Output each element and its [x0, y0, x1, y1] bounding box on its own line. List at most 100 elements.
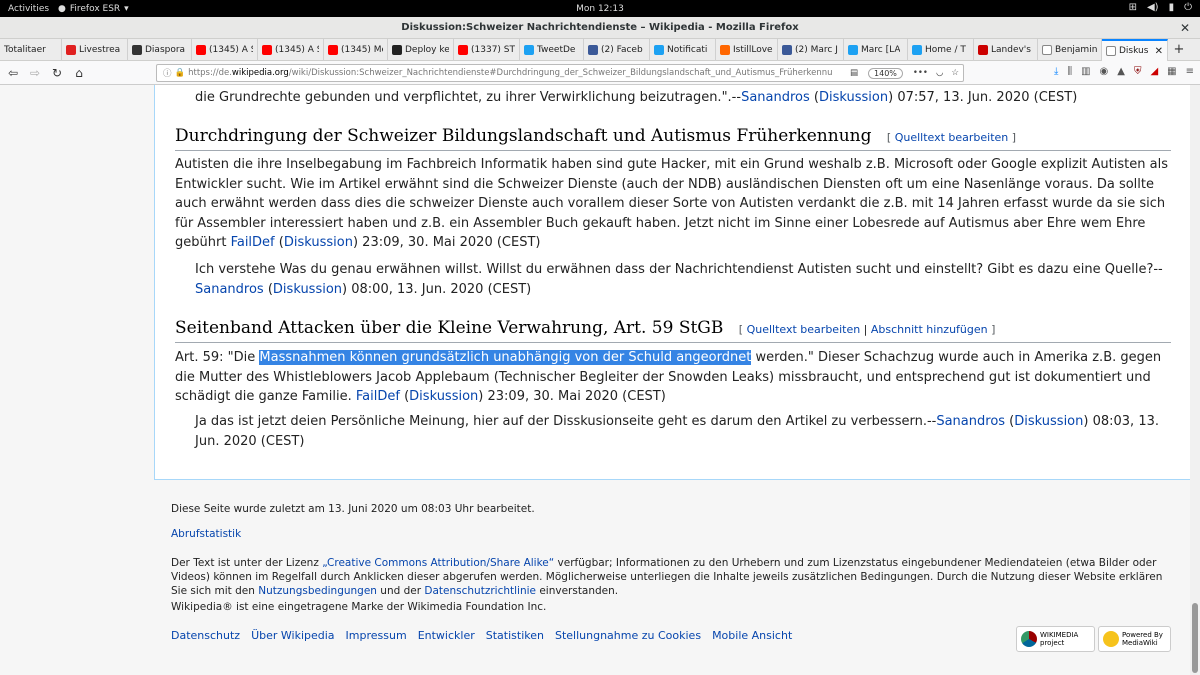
- ublock-icon[interactable]: ⛨: [1134, 66, 1142, 77]
- talk-link[interactable]: Diskussion: [819, 90, 888, 105]
- activities-button[interactable]: Activities: [0, 4, 58, 14]
- app-name: Firefox ESR: [69, 3, 121, 14]
- browser-tab[interactable]: Landev's: [974, 39, 1038, 61]
- download-icon[interactable]: ⤓: [1054, 66, 1058, 77]
- sidebar-icon[interactable]: ▥: [1081, 66, 1090, 77]
- footer-link[interactable]: Impressum: [346, 629, 407, 642]
- browser-tab[interactable]: (1337) ST: [454, 39, 520, 61]
- tab-label: (1337) ST: [471, 45, 515, 55]
- tab-favicon-icon: [588, 45, 598, 55]
- browser-tab[interactable]: Benjamin: [1038, 39, 1102, 61]
- browser-tab[interactable]: Totalitaer: [0, 39, 62, 61]
- text-selection: Massnahmen können grundsätzlich unabhäng…: [259, 350, 752, 365]
- tab-label: Landev's: [991, 45, 1031, 55]
- talk-link[interactable]: Diskussion: [284, 235, 353, 250]
- tab-favicon-icon: [654, 45, 664, 55]
- browser-tab[interactable]: Marc [LA: [844, 39, 908, 61]
- extension3-icon[interactable]: ▦: [1167, 66, 1176, 77]
- section-heading-2: Seitenband Attacken über die Kleine Verw…: [175, 318, 1171, 343]
- browser-tab[interactable]: Diaspora: [128, 39, 192, 61]
- privacy-link[interactable]: Datenschutzrichtlinie: [424, 585, 536, 597]
- tab-label: Totalitaer: [4, 45, 46, 55]
- talk-link[interactable]: Diskussion: [273, 282, 342, 297]
- scrollbar-thumb[interactable]: [1192, 603, 1198, 673]
- reply-paragraph: Ja das ist jetzt deien Persönliche Meinu…: [195, 414, 1159, 449]
- user-link[interactable]: Sanandros: [195, 282, 264, 297]
- browser-tab[interactable]: (2) Faceb: [584, 39, 650, 61]
- url-text[interactable]: https://de.wikipedia.org/wiki/Diskussion…: [188, 68, 846, 78]
- new-tab-button[interactable]: +: [1168, 39, 1190, 60]
- tab-favicon-icon: [458, 45, 468, 55]
- section-edit-links: [ Quelltext bearbeiten ]: [886, 131, 1017, 144]
- stats-link[interactable]: Abrufstatistik: [171, 528, 241, 540]
- comment-paragraph: Art. 59: "Die Massnahmen können grundsät…: [175, 350, 1162, 404]
- edit-source-link[interactable]: Quelltext bearbeiten: [895, 131, 1009, 144]
- tab-favicon-icon: [392, 45, 402, 55]
- footer-link[interactable]: Mobile Ansicht: [712, 629, 792, 642]
- wikimedia-badge[interactable]: WIKIMEDIA project: [1016, 626, 1095, 652]
- footer-link[interactable]: Datenschutz: [171, 629, 240, 642]
- footer-link[interactable]: Stellungnahme zu Cookies: [555, 629, 701, 642]
- bookmark-star-icon[interactable]: ☆: [951, 68, 959, 78]
- reload-button[interactable]: ↻: [46, 66, 68, 80]
- library-icon[interactable]: ⫼: [1067, 66, 1072, 77]
- browser-tab[interactable]: (1345) Me: [324, 39, 388, 61]
- clock[interactable]: Mon 12:13: [0, 4, 1200, 14]
- footer-link[interactable]: Statistiken: [486, 629, 544, 642]
- tab-favicon-icon: [66, 45, 76, 55]
- add-section-link[interactable]: Abschnitt hinzufügen: [871, 323, 988, 336]
- info-icon[interactable]: ⓘ: [163, 67, 172, 79]
- extension2-icon[interactable]: ◢: [1150, 66, 1158, 77]
- license-link[interactable]: „Creative Commons Attribution/Share Alik…: [322, 557, 554, 569]
- footer-link[interactable]: Entwickler: [418, 629, 475, 642]
- browser-tab[interactable]: (2) Marc J: [778, 39, 844, 61]
- user-link[interactable]: Sanandros: [936, 414, 1005, 429]
- page-scrollbar[interactable]: [1190, 85, 1200, 675]
- browser-tab[interactable]: TweetDe: [520, 39, 584, 61]
- browser-tab[interactable]: Deploy ke: [388, 39, 454, 61]
- tab-label: (2) Faceb: [601, 45, 643, 55]
- browser-tab[interactable]: Notificati: [650, 39, 716, 61]
- browser-tab[interactable]: Diskus ✕: [1102, 39, 1168, 61]
- talk-link[interactable]: Diskussion: [409, 389, 478, 404]
- menu-icon[interactable]: ≡: [1186, 66, 1194, 77]
- page-content: die Grundrechte gebunden und verpflichte…: [0, 85, 1200, 675]
- footer-link[interactable]: Über Wikipedia: [251, 629, 334, 642]
- page-actions-icon[interactable]: •••: [913, 68, 928, 78]
- user-link[interactable]: FailDef: [231, 235, 275, 250]
- tab-label: IstillLove: [733, 45, 773, 55]
- article-body: die Grundrechte gebunden und verpflichte…: [154, 85, 1190, 480]
- terms-link[interactable]: Nutzungsbedingungen: [258, 585, 377, 597]
- tab-label: (1345) Me: [341, 45, 383, 55]
- talk-link[interactable]: Diskussion: [1014, 414, 1083, 429]
- tab-close-icon[interactable]: ✕: [1151, 46, 1163, 57]
- user-link[interactable]: Sanandros: [741, 90, 810, 105]
- comment-paragraph: Autisten die ihre Inselbegabung im Fachb…: [175, 157, 1168, 250]
- browser-tab[interactable]: (1345) A S: [192, 39, 258, 61]
- edit-source-link[interactable]: Quelltext bearbeiten: [747, 323, 861, 336]
- app-menu[interactable]: ● Firefox ESR ▾: [58, 4, 129, 14]
- browser-tab[interactable]: IstillLove: [716, 39, 778, 61]
- window-close-button[interactable]: ✕: [1180, 17, 1190, 39]
- browser-tab[interactable]: (1345) A S: [258, 39, 324, 61]
- back-button[interactable]: ⇦: [2, 66, 24, 80]
- tab-favicon-icon: [524, 45, 534, 55]
- forward-button[interactable]: ⇨: [24, 66, 46, 80]
- reader-view-icon[interactable]: ▤: [850, 68, 858, 78]
- user-link[interactable]: FailDef: [356, 389, 400, 404]
- reply-paragraph: Ich verstehe Was du genau erwähnen wills…: [195, 262, 1163, 297]
- home-button[interactable]: ⌂: [68, 66, 90, 80]
- system-tray[interactable]: ⊞ ◀) ▮ ⏻: [1129, 2, 1192, 13]
- extension-icon[interactable]: ▲: [1117, 66, 1125, 77]
- url-bar[interactable]: ⓘ 🔒 https://de.wikipedia.org/wiki/Diskus…: [156, 64, 964, 82]
- gnome-top-bar: Activities ● Firefox ESR ▾ Mon 12:13 ⊞ ◀…: [0, 0, 1200, 17]
- tab-label: TweetDe: [537, 45, 576, 55]
- browser-tab[interactable]: Livestrea: [62, 39, 128, 61]
- pocket-icon[interactable]: ◡: [936, 68, 943, 78]
- browser-tab[interactable]: Home / T: [908, 39, 974, 61]
- zoom-indicator[interactable]: 140%: [868, 67, 903, 79]
- mediawiki-badge[interactable]: Powered By MediaWiki: [1098, 626, 1171, 652]
- lock-icon: 🔒: [174, 68, 186, 78]
- tab-favicon-icon: [720, 45, 730, 55]
- account-icon[interactable]: ◉: [1100, 66, 1109, 77]
